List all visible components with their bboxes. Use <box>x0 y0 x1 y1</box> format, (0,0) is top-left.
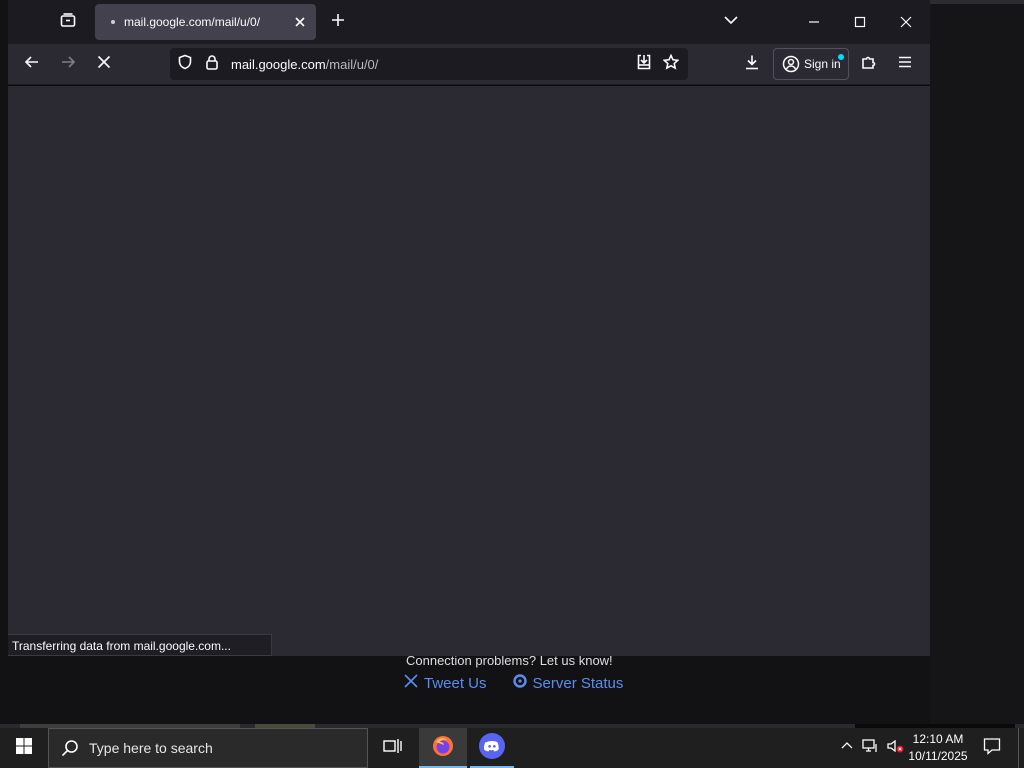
task-view-button[interactable] <box>368 728 416 768</box>
volume-button[interactable] <box>884 728 906 768</box>
stop-loading-button[interactable] <box>92 52 116 76</box>
tab-groups-icon <box>60 12 76 33</box>
volume-muted-icon <box>886 738 904 759</box>
tab-bar: mail.google.com/mail/u/0/ <box>8 0 930 44</box>
extensions-button[interactable] <box>857 52 881 76</box>
forward-button[interactable] <box>56 52 80 76</box>
minimize-icon <box>809 21 819 23</box>
lock-icon <box>204 54 220 75</box>
clock-time: 12:10 AM <box>912 732 964 746</box>
close-window-button[interactable] <box>883 0 929 44</box>
minimize-button[interactable] <box>791 0 837 44</box>
server-status-label: Server Status <box>532 674 624 692</box>
search-icon <box>49 739 79 757</box>
back-button[interactable] <box>20 52 44 76</box>
background-app-panel <box>930 4 1024 724</box>
puzzle-icon <box>861 54 877 75</box>
sign-in-button[interactable]: Sign in <box>773 48 849 80</box>
install-icon <box>636 54 652 75</box>
taskbar-clock[interactable]: 12:10 AM 10/11/2025 <box>906 731 970 765</box>
install-page-button[interactable] <box>635 54 653 75</box>
download-icon <box>744 54 760 75</box>
sign-in-label: Sign in <box>804 57 841 71</box>
plus-icon <box>330 12 346 33</box>
maximize-button[interactable] <box>837 0 883 44</box>
chevron-down-icon <box>723 12 739 33</box>
windows-logo-icon <box>16 737 32 759</box>
x-logo-icon <box>404 674 418 692</box>
url-bar[interactable]: mail.google.com/mail/u/0/ <box>170 48 688 80</box>
tab-title: mail.google.com/mail/u/0/ <box>124 15 261 29</box>
stop-x-icon <box>96 54 112 75</box>
show-hidden-icons-button[interactable] <box>836 728 858 768</box>
tweet-us-link[interactable]: Tweet Us <box>404 674 487 692</box>
task-view-icon <box>382 736 402 761</box>
notification-dot <box>838 54 844 60</box>
action-center-button[interactable] <box>978 728 1006 768</box>
taskbar-search-box[interactable]: Type here to search <box>48 728 368 768</box>
desktop-screen: Connection problems? Let us know! Tweet … <box>0 0 1024 768</box>
navigation-toolbar: mail.google.com/mail/u/0/ Sign in <box>8 44 930 84</box>
notification-icon <box>983 737 1001 760</box>
app-menu-button[interactable] <box>893 52 917 76</box>
page-content <box>8 85 930 656</box>
browser-window: mail.google.com/mail/u/0/ mail.google.co… <box>8 0 930 656</box>
close-icon <box>900 16 912 28</box>
taskbar-firefox[interactable] <box>419 728 467 768</box>
url-path: /mail/u/0/ <box>325 57 379 72</box>
taskbar: Type here to search 12:10 AM 10/11/2025 <box>0 728 1024 768</box>
maximize-icon <box>854 16 866 28</box>
list-all-tabs-button[interactable] <box>719 10 743 34</box>
search-placeholder: Type here to search <box>89 740 213 756</box>
firefox-icon <box>431 734 455 763</box>
taskbar-discord[interactable] <box>468 728 516 768</box>
url-host: mail.google.com <box>231 57 326 72</box>
bookmark-button[interactable] <box>662 53 680 75</box>
site-info-button[interactable] <box>203 54 221 75</box>
start-button[interactable] <box>0 728 48 768</box>
tab-gmail[interactable]: mail.google.com/mail/u/0/ <box>95 4 316 40</box>
network-button[interactable] <box>860 728 882 768</box>
shield-icon <box>177 54 193 75</box>
tab-groups-button[interactable] <box>56 10 80 34</box>
loading-dot-icon <box>111 20 115 24</box>
close-icon <box>295 17 305 27</box>
downloads-button[interactable] <box>740 52 764 76</box>
star-icon <box>662 53 680 75</box>
chevron-up-icon <box>840 739 854 758</box>
discord-help-links: Tweet Us Server Status <box>404 674 623 692</box>
discord-icon <box>479 732 505 764</box>
arrow-right-icon <box>60 54 76 75</box>
network-icon <box>862 738 880 759</box>
account-icon <box>782 55 800 73</box>
status-icon <box>512 674 527 692</box>
new-tab-button[interactable] <box>326 10 350 34</box>
tweet-us-label: Tweet Us <box>424 674 487 692</box>
server-status-link[interactable]: Server Status <box>512 674 624 692</box>
url-text[interactable]: mail.google.com/mail/u/0/ <box>231 57 378 72</box>
show-desktop-divider <box>1018 728 1019 768</box>
arrow-left-icon <box>24 54 40 75</box>
tracking-protection-button[interactable] <box>176 54 194 75</box>
tab-close-button[interactable] <box>288 10 312 34</box>
hamburger-menu-icon <box>897 54 913 75</box>
clock-date: 10/11/2025 <box>908 749 968 763</box>
status-panel: Transferring data from mail.google.com..… <box>8 634 272 656</box>
